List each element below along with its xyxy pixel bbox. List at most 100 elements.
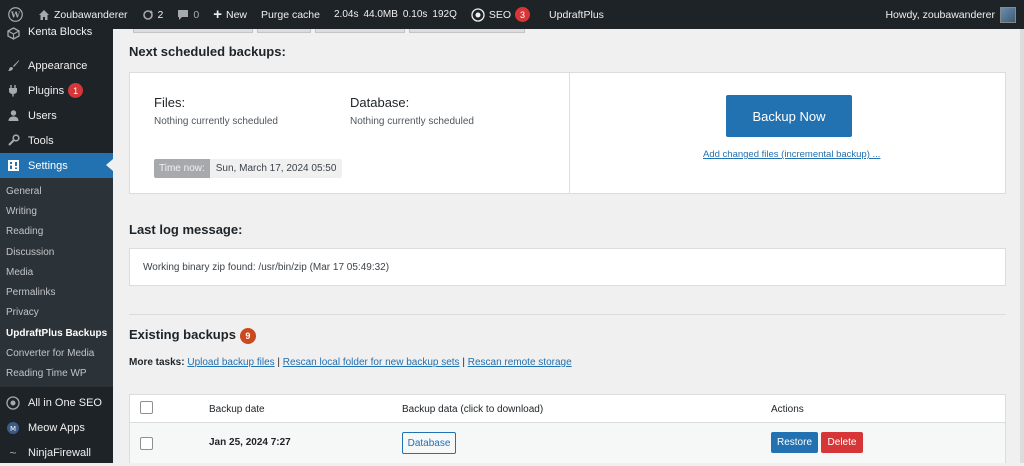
howdy-text: Howdy, zoubawanderer (885, 8, 995, 21)
last-log-title: Last log message: (129, 222, 243, 237)
comment-icon (177, 9, 189, 21)
sidebar-item-all-in-one-seo[interactable]: All in One SEO (0, 391, 113, 416)
submenu-discussion[interactable]: Discussion (0, 242, 113, 262)
sidebar-item-users[interactable]: Users (0, 103, 113, 128)
submenu-converter-for-media[interactable]: Converter for Media (0, 343, 113, 363)
existing-backups-table: Backup date Backup data (click to downlo… (129, 394, 1006, 463)
existing-backups-title: Existing backups 9 (129, 327, 256, 344)
card-divider (569, 73, 570, 193)
incremental-backup-link[interactable]: Add changed files (incremental backup) .… (703, 149, 880, 160)
updraftplus-link[interactable]: UpdraftPlus (537, 0, 611, 29)
restore-button[interactable]: Restore (771, 432, 818, 453)
settings-submenu: General Writing Reading Discussion Media… (0, 178, 113, 387)
aioseo-icon (6, 396, 20, 411)
query-monitor-link[interactable]: 2.04s 44.0MB 0.10s 192Q (327, 0, 464, 29)
sidebar-item-label: Users (28, 109, 57, 122)
task-separator: | (274, 357, 283, 368)
sidebar-item-label: Plugins (28, 84, 65, 97)
sidebar-item-plugins[interactable]: Plugins 1 (0, 78, 113, 103)
sidebar-item-ninjafirewall[interactable]: ~ NinjaFirewall (0, 441, 113, 466)
download-database-button[interactable]: Database (402, 432, 456, 454)
more-tasks-label: More tasks: (129, 357, 185, 368)
scheduled-backups-title: Next scheduled backups: (129, 44, 286, 59)
page-scrollbar[interactable] (1020, 29, 1024, 463)
files-status: Nothing currently scheduled (154, 116, 278, 127)
firewall-icon: ~ (9, 446, 17, 461)
backup-now-button[interactable]: Backup Now (726, 95, 852, 137)
sidebar-item-label: Kenta Blocks (28, 26, 93, 38)
brush-icon (6, 59, 20, 73)
purge-label: Purge cache (261, 8, 320, 21)
updates-count: 2 (157, 8, 164, 21)
tab-edge[interactable] (409, 29, 525, 33)
purge-cache-link[interactable]: Purge cache (254, 0, 327, 29)
files-label: Files: (154, 95, 186, 110)
settings-icon (6, 159, 20, 173)
sidebar-item-appearance[interactable]: Appearance (0, 53, 113, 78)
time-now-label: Time now: (154, 159, 210, 178)
database-label: Database: (350, 95, 410, 110)
task-separator: | (459, 357, 468, 368)
sidebar-item-meow-apps[interactable]: M Meow Apps (0, 416, 113, 441)
refresh-icon (142, 9, 154, 21)
svg-text:W: W (10, 10, 21, 20)
submenu-privacy[interactable]: Privacy (0, 303, 113, 323)
sidebar-item-settings[interactable]: Settings (0, 153, 113, 178)
existing-backups-label: Existing backups (129, 327, 236, 342)
tab-bar-remnant (133, 29, 525, 33)
wordpress-logo-icon[interactable]: W (0, 0, 31, 29)
avatar (1000, 6, 1016, 23)
time-now-value: Sun, March 17, 2024 05:50 (209, 159, 343, 178)
sidebar-item-kenta-blocks[interactable]: Kenta Blocks (0, 26, 113, 42)
row-backup-date: Jan 25, 2024 7:27 (209, 437, 291, 448)
rescan-remote-storage-link[interactable]: Rescan remote storage (468, 357, 572, 368)
submenu-general[interactable]: General (0, 181, 113, 201)
rescan-local-folder-link[interactable]: Rescan local folder for new backup sets (283, 357, 460, 368)
sidebar-item-tools[interactable]: Tools (0, 128, 113, 153)
tab-edge[interactable] (315, 29, 405, 33)
header-backup-data: Backup data (click to download) (402, 404, 544, 415)
section-divider (129, 314, 1006, 315)
user-icon (6, 109, 20, 123)
new-content-link[interactable]: + New (206, 0, 254, 29)
submenu-updraftplus-backups[interactable]: UpdraftPlus Backups (0, 323, 113, 343)
submenu-reading-time-wp[interactable]: Reading Time WP (0, 364, 113, 384)
upload-backup-files-link[interactable]: Upload backup files (187, 357, 274, 368)
more-tasks: More tasks: Upload backup files | Rescan… (129, 357, 572, 368)
plus-icon: + (213, 6, 222, 23)
delete-button[interactable]: Delete (821, 432, 863, 453)
svg-text:M: M (10, 425, 16, 433)
last-log-card: Working binary zip found: /usr/bin/zip (… (129, 248, 1006, 286)
perf-time: 2.04s (333, 9, 359, 20)
row-checkbox[interactable] (140, 437, 153, 450)
sidebar-item-label: Settings (28, 159, 68, 172)
main-content: Next scheduled backups: Files: Nothing c… (113, 29, 1024, 463)
seo-link[interactable]: SEO 3 (464, 0, 537, 29)
select-all-checkbox[interactable] (140, 401, 153, 414)
sidebar-item-label: Appearance (28, 59, 88, 72)
submenu-permalinks[interactable]: Permalinks (0, 282, 113, 302)
site-name-link[interactable]: Zoubawanderer (31, 0, 135, 29)
updraft-label: UpdraftPlus (549, 8, 604, 21)
tab-edge[interactable] (257, 29, 311, 33)
scheduled-backups-card: Files: Nothing currently scheduled Datab… (129, 72, 1006, 194)
plugins-update-badge: 1 (68, 83, 84, 98)
tab-edge[interactable] (133, 29, 253, 33)
seo-notification-badge: 3 (515, 7, 531, 22)
site-name: Zoubawanderer (54, 8, 128, 21)
home-icon (38, 9, 50, 21)
admin-sidebar: Kenta Blocks Appearance Plugins 1 Users … (0, 26, 113, 466)
wrench-icon (6, 134, 20, 148)
sidebar-item-label: Tools (28, 134, 54, 147)
sidebar-item-label: NinjaFirewall (28, 447, 91, 460)
header-backup-date: Backup date (209, 404, 265, 415)
admin-bar: W Zoubawanderer 2 0 + New Purge cache 2.… (0, 0, 1024, 29)
account-menu[interactable]: Howdy, zoubawanderer (885, 6, 1024, 23)
submenu-media[interactable]: Media (0, 262, 113, 282)
comments-count: 0 (193, 8, 200, 21)
time-now: Time now: Sun, March 17, 2024 05:50 (154, 159, 343, 178)
comments-link[interactable]: 0 (170, 0, 206, 29)
submenu-writing[interactable]: Writing (0, 201, 113, 221)
updates-link[interactable]: 2 (135, 0, 171, 29)
submenu-reading[interactable]: Reading (0, 222, 113, 242)
